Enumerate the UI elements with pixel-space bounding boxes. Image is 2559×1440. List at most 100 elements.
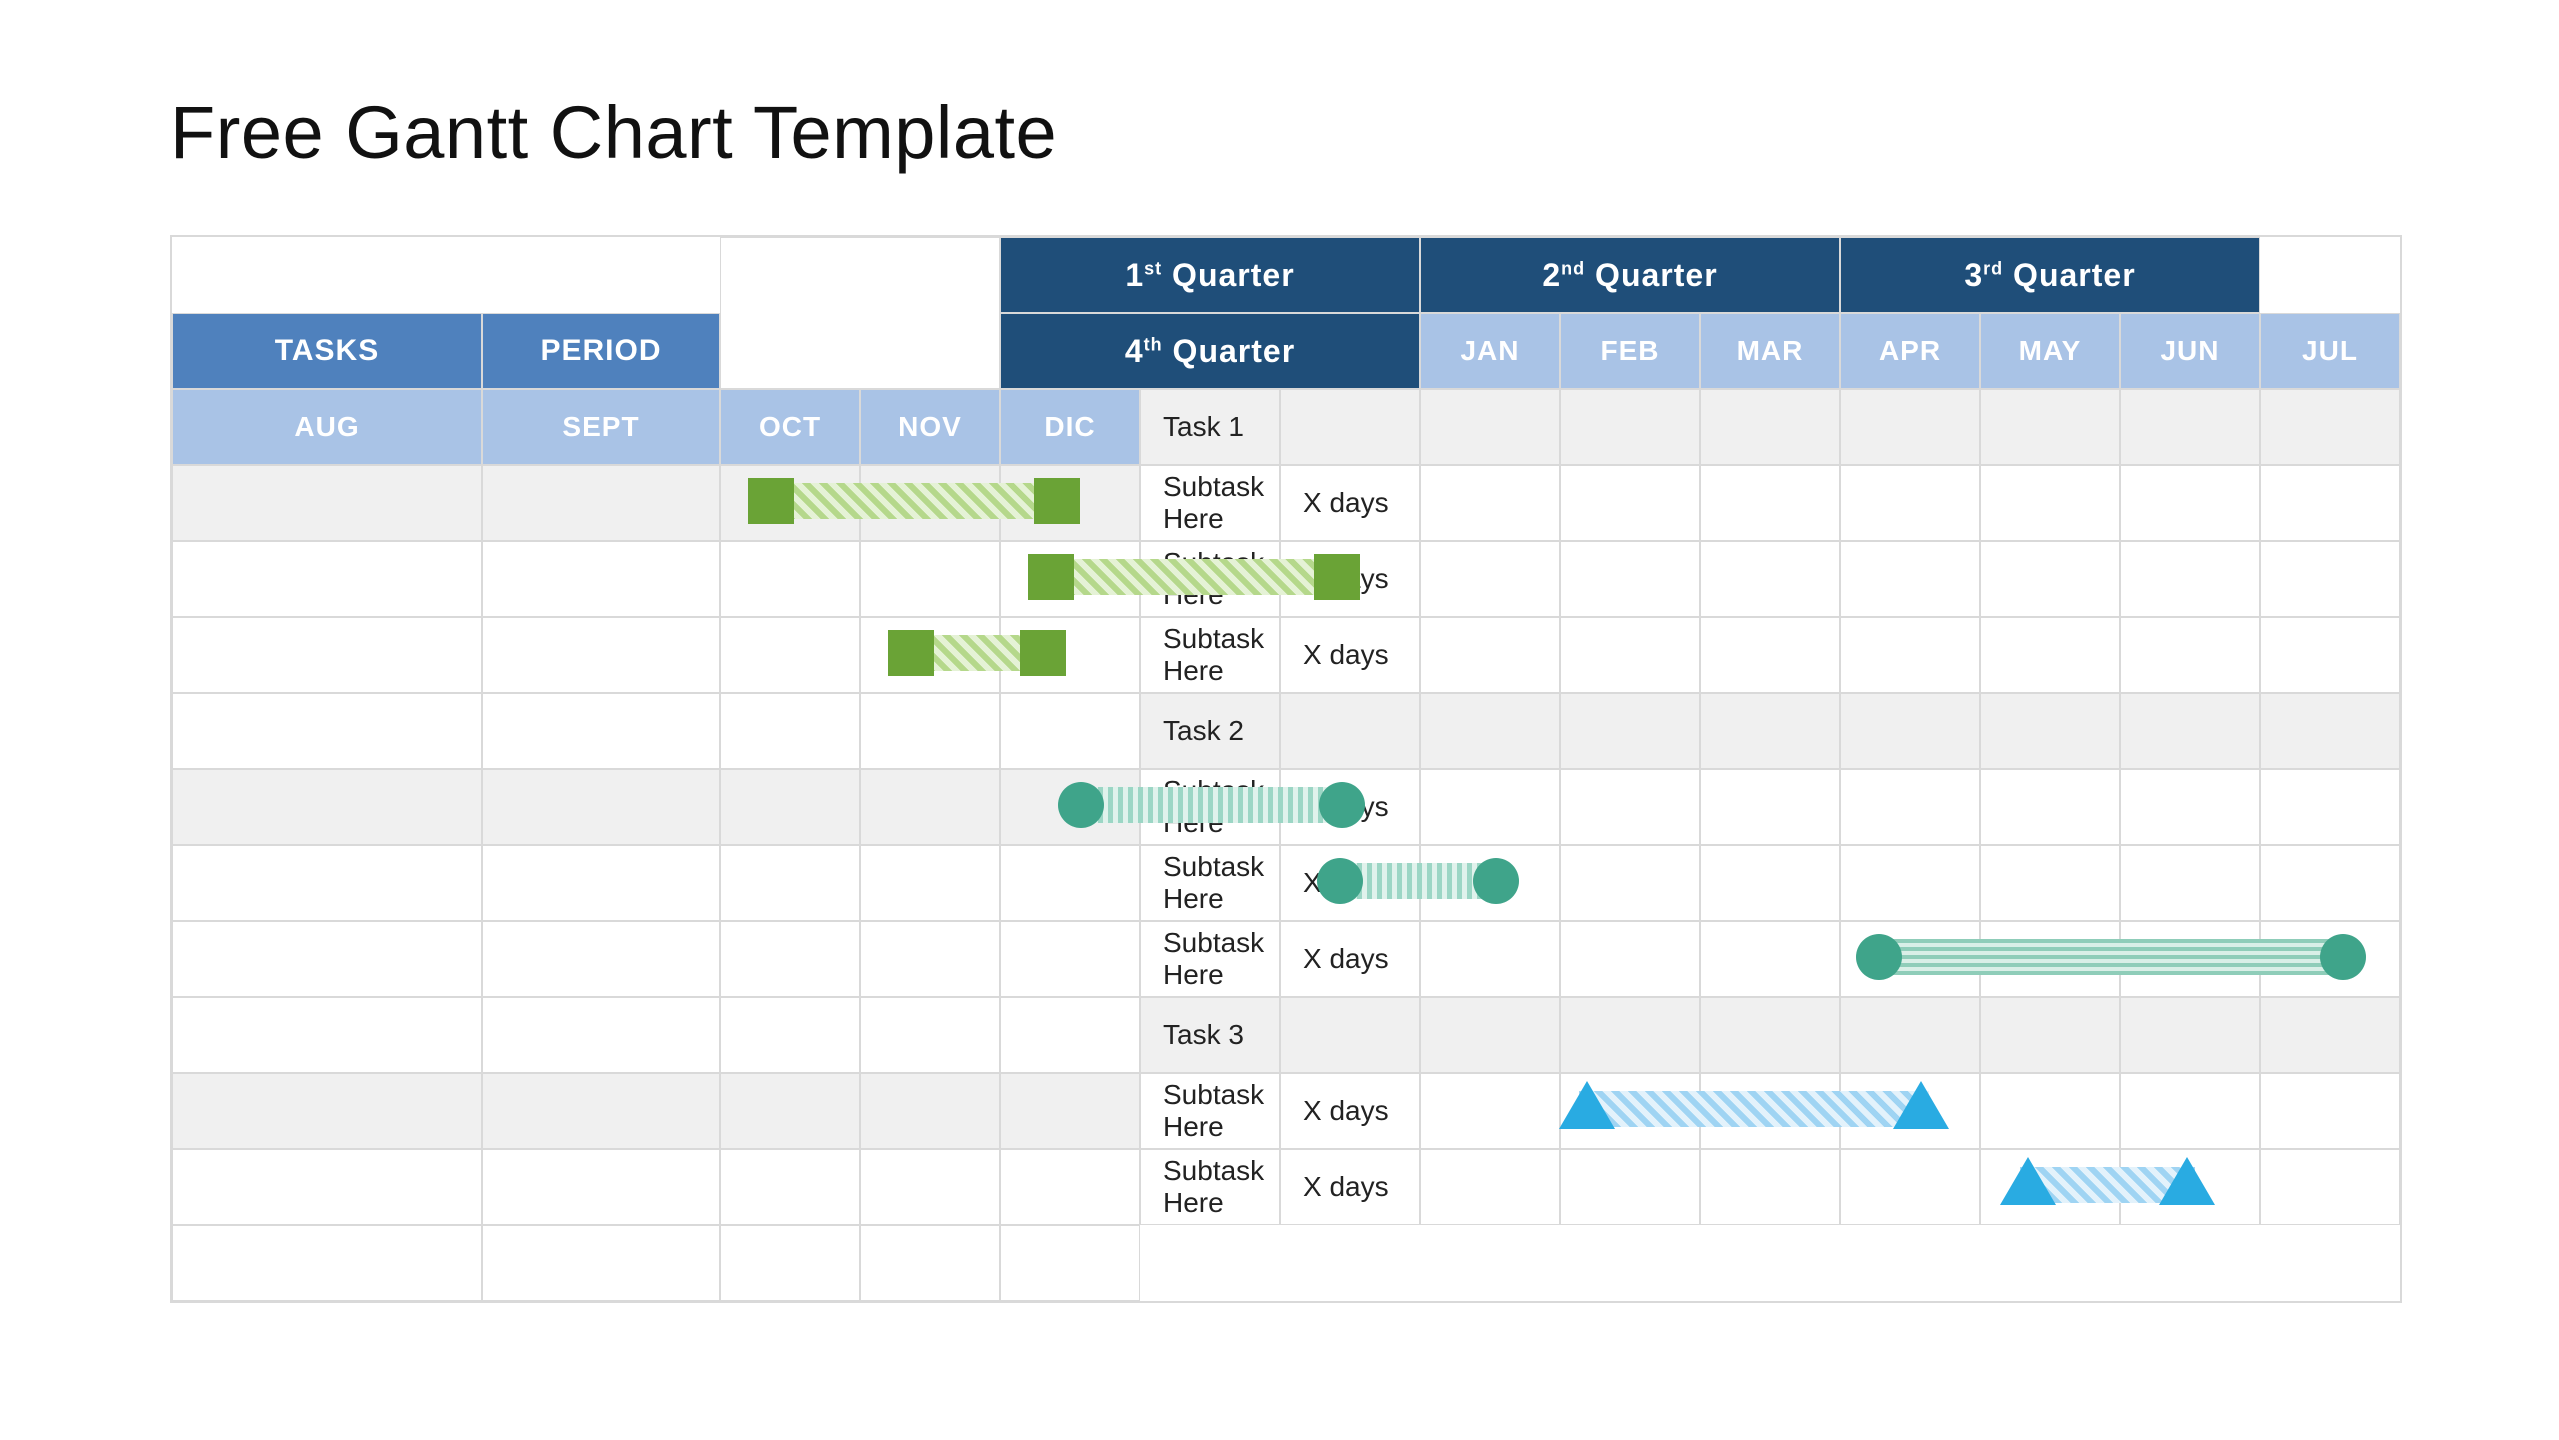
- grid-cell: [1560, 465, 1700, 541]
- period-cell: X days: [1280, 769, 1420, 845]
- grid-cell: [2260, 617, 2400, 693]
- header-tasks: TASKS: [172, 313, 482, 389]
- grid-cell: [720, 465, 860, 541]
- grid-cell: [482, 769, 720, 845]
- subtask-label: Subtask Here: [1140, 1073, 1280, 1149]
- grid-cell: [1000, 1073, 1140, 1149]
- grid-cell: [1980, 769, 2120, 845]
- grid-cell: [1000, 845, 1140, 921]
- grid-cell: [1560, 389, 1700, 465]
- header-month: APR: [1840, 313, 1980, 389]
- grid-cell: [2260, 1073, 2400, 1149]
- grid-cell: [720, 1149, 860, 1225]
- header-q4: 4th Quarter: [1000, 313, 1420, 389]
- grid-cell: [2260, 465, 2400, 541]
- grid-cell: [2260, 541, 2400, 617]
- grid-cell: [1420, 845, 1560, 921]
- grid-cell: [1980, 389, 2120, 465]
- grid-cell: [482, 465, 720, 541]
- subtask-label: Subtask Here: [1140, 1149, 1280, 1225]
- grid-cell: [1980, 845, 2120, 921]
- period-cell: [1280, 693, 1420, 769]
- period-cell: X days: [1280, 465, 1420, 541]
- grid-cell: [172, 997, 482, 1073]
- subtask-label: Subtask Here: [1140, 465, 1280, 541]
- period-cell: X days: [1280, 921, 1420, 997]
- subtask-label: Subtask Here: [1140, 845, 1280, 921]
- grid-cell: [2120, 617, 2260, 693]
- grid-cell: [1700, 845, 1840, 921]
- grid-cell: [2120, 465, 2260, 541]
- grid-cell: [720, 693, 860, 769]
- grid-cell: [1000, 997, 1140, 1073]
- grid-cell: [1840, 769, 1980, 845]
- grid-cell: [172, 845, 482, 921]
- grid-cell: [720, 769, 860, 845]
- grid-cell: [1420, 541, 1560, 617]
- grid-cell: [1840, 997, 1980, 1073]
- grid-cell: [1980, 921, 2120, 997]
- header-blank: [720, 237, 1000, 389]
- grid-cell: [482, 693, 720, 769]
- page-title: Free Gantt Chart Template: [170, 90, 2399, 175]
- grid-cell: [1560, 921, 1700, 997]
- grid-cell: [1420, 769, 1560, 845]
- grid-cell: [172, 921, 482, 997]
- grid-cell: [1700, 541, 1840, 617]
- grid-cell: [1980, 465, 2120, 541]
- header-month: NOV: [860, 389, 1000, 465]
- grid-cell: [720, 1073, 860, 1149]
- grid-cell: [1840, 389, 1980, 465]
- period-cell: X days: [1280, 617, 1420, 693]
- grid-cell: [2260, 1149, 2400, 1225]
- header-month: MAR: [1700, 313, 1840, 389]
- subtask-label: Subtask Here: [1140, 617, 1280, 693]
- grid-cell: [2120, 997, 2260, 1073]
- grid-cell: [482, 1149, 720, 1225]
- grid-cell: [1980, 1149, 2120, 1225]
- period-cell: X days: [1280, 845, 1420, 921]
- header-month: MAY: [1980, 313, 2120, 389]
- grid-cell: [172, 465, 482, 541]
- header-q1: 1st Quarter: [1000, 237, 1420, 313]
- grid-cell: [1000, 541, 1140, 617]
- period-cell: X days: [1280, 1073, 1420, 1149]
- grid-cell: [720, 1225, 860, 1301]
- grid-cell: [1700, 1149, 1840, 1225]
- header-q2: 2nd Quarter: [1420, 237, 1840, 313]
- grid-cell: [1000, 617, 1140, 693]
- period-cell: X days: [1280, 1149, 1420, 1225]
- grid-cell: [720, 541, 860, 617]
- grid-cell: [860, 617, 1000, 693]
- grid-cell: [1840, 465, 1980, 541]
- grid-cell: [1700, 1073, 1840, 1149]
- task-label: Task 2: [1140, 693, 1280, 769]
- grid-cell: [860, 997, 1000, 1073]
- grid-cell: [2120, 845, 2260, 921]
- header-month: JUL: [2260, 313, 2400, 389]
- grid-cell: [1980, 1073, 2120, 1149]
- grid-cell: [2120, 1073, 2260, 1149]
- grid-cell: [860, 1073, 1000, 1149]
- grid-cell: [1840, 1149, 1980, 1225]
- grid-cell: [1840, 541, 1980, 617]
- grid-cell: [1560, 997, 1700, 1073]
- grid-cell: [1000, 465, 1140, 541]
- grid-cell: [1980, 997, 2120, 1073]
- grid-cell: [1560, 1073, 1700, 1149]
- grid-cell: [1700, 769, 1840, 845]
- grid-cell: [482, 1225, 720, 1301]
- period-cell: X days: [1280, 541, 1420, 617]
- grid-cell: [1560, 845, 1700, 921]
- grid-cell: [482, 1073, 720, 1149]
- grid-cell: [1700, 389, 1840, 465]
- grid-cell: [2260, 389, 2400, 465]
- grid-cell: [1420, 389, 1560, 465]
- header-month: FEB: [1560, 313, 1700, 389]
- grid-cell: [860, 693, 1000, 769]
- grid-cell: [1000, 769, 1140, 845]
- grid-cell: [1420, 617, 1560, 693]
- grid-cell: [2120, 1149, 2260, 1225]
- grid-cell: [482, 845, 720, 921]
- grid-cell: [1840, 1073, 1980, 1149]
